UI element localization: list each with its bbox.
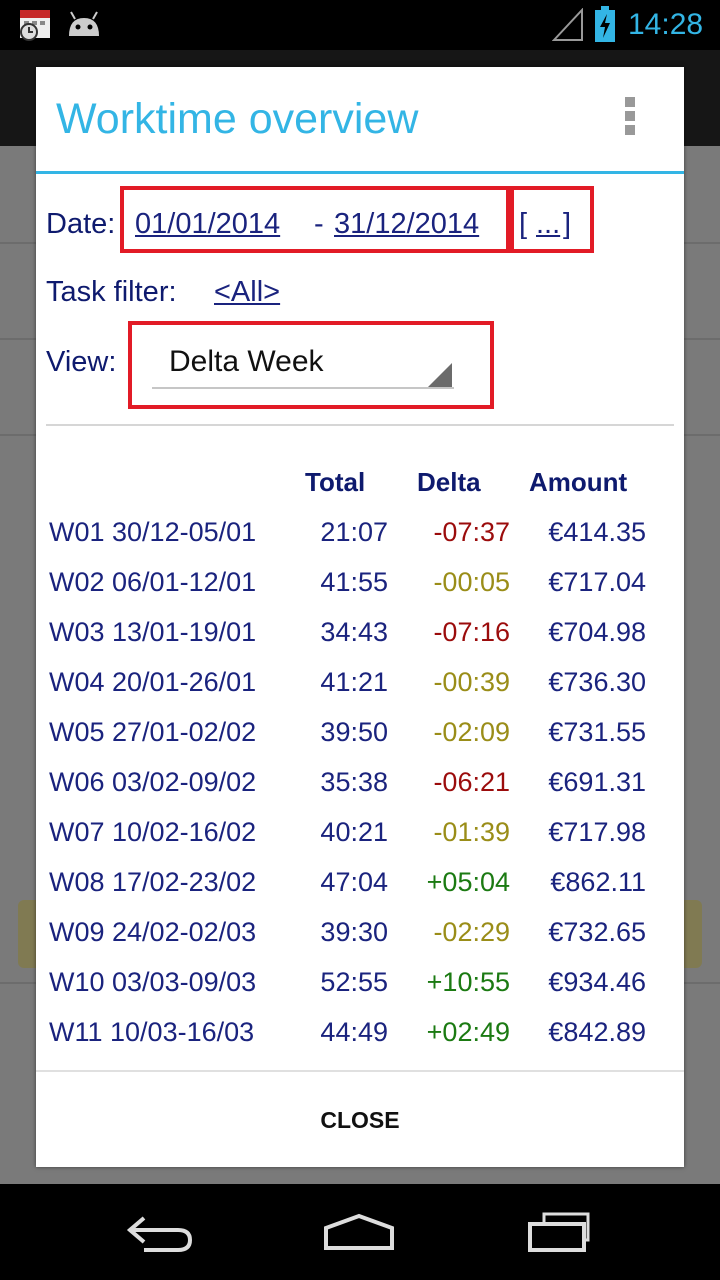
amount-cell: €732.65: [548, 917, 646, 947]
delta-cell: -07:16: [433, 617, 510, 647]
week-cell: W08 17/02-23/02: [49, 867, 257, 897]
recent-apps-icon[interactable]: [522, 1210, 596, 1254]
total-cell: 44:49: [320, 1017, 388, 1047]
total-cell: 41:21: [320, 667, 388, 697]
task-filter-link[interactable]: <All>: [214, 274, 280, 310]
week-cell: W02 06/01-12/01: [49, 567, 257, 597]
worktime-overview-dialog: Worktime overview Date: 01/01/2014 - 31/…: [36, 67, 684, 1167]
delta-cell: +10:55: [426, 967, 510, 997]
amount-cell: €731.55: [548, 717, 646, 747]
section-divider: [46, 424, 674, 426]
delta-cell: -07:37: [433, 517, 510, 547]
table-row: W06 03/02-09/02 35:38 -06:21 €691.31: [36, 764, 684, 814]
column-header-delta: Delta: [417, 467, 481, 497]
status-bar: 14:28: [0, 0, 720, 50]
signal-icon: [552, 8, 583, 41]
amount-cell: €717.04: [548, 567, 646, 597]
amount-cell: €691.31: [548, 767, 646, 797]
overview-table: W01 30/12-05/01 21:07 -07:37 €414.35 W02 06/…: [36, 514, 684, 1064]
highlight-box-date-range: [120, 186, 510, 253]
table-row: W05 27/01-02/02 39:50 -02:09 €731.55: [36, 714, 684, 764]
highlight-box-date-more: [510, 186, 594, 253]
total-cell: 52:55: [320, 967, 388, 997]
table-row: W01 30/12-05/01 21:07 -07:37 €414.35: [36, 514, 684, 564]
view-label: View:: [46, 346, 117, 378]
amount-cell: €704.98: [548, 617, 646, 647]
table-row: W10 03/03-09/03 52:55 +10:55 €934.46: [36, 964, 684, 1014]
amount-cell: €934.46: [548, 967, 646, 997]
week-cell: W09 24/02-02/03: [49, 917, 257, 947]
table-row: W11 10/03-16/03 44:49 +02:49 €842.89: [36, 1014, 684, 1064]
table-row: W07 10/02-16/02 40:21 -01:39 €717.98: [36, 814, 684, 864]
week-cell: W04 20/01-26/01: [49, 667, 257, 697]
week-cell: W01 30/12-05/01: [49, 517, 257, 547]
column-header-total: Total: [305, 467, 366, 497]
table-row: W03 13/01-19/01 34:43 -07:16 €704.98: [36, 614, 684, 664]
navigation-bar: [0, 1184, 720, 1280]
total-cell: 39:50: [320, 717, 388, 747]
overflow-menu-icon[interactable]: [622, 97, 638, 141]
amount-cell: €842.89: [548, 1017, 646, 1047]
dialog-title: Worktime overview: [56, 95, 419, 143]
total-cell: 34:43: [320, 617, 388, 647]
delta-cell: -06:21: [433, 767, 510, 797]
delta-cell: -01:39: [433, 817, 510, 847]
clock: 14:28: [628, 8, 704, 41]
week-cell: W07 10/02-16/02: [49, 817, 257, 847]
delta-cell: +05:04: [426, 867, 510, 897]
home-icon[interactable]: [322, 1210, 396, 1254]
footer-divider: [36, 1070, 684, 1072]
delta-cell: -02:29: [433, 917, 510, 947]
delta-cell: -00:05: [433, 567, 510, 597]
amount-cell: €736.30: [548, 667, 646, 697]
amount-cell: €717.98: [548, 817, 646, 847]
amount-cell: €414.35: [548, 517, 646, 547]
total-cell: 35:38: [320, 767, 388, 797]
android-debug-icon: [69, 11, 99, 36]
close-button[interactable]: CLOSE: [36, 1073, 684, 1167]
column-header-amount: Amount: [529, 467, 628, 497]
battery-charging-icon: [595, 6, 615, 42]
delta-cell: -00:39: [433, 667, 510, 697]
table-row: W04 20/01-26/01 41:21 -00:39 €736.30: [36, 664, 684, 714]
delta-cell: -02:09: [433, 717, 510, 747]
task-filter-label: Task filter:: [46, 276, 177, 308]
week-cell: W03 13/01-19/01: [49, 617, 257, 647]
week-cell: W11 10/03-16/03: [49, 1017, 255, 1047]
highlight-box-view: [128, 321, 494, 409]
date-label: Date:: [46, 208, 116, 240]
week-cell: W06 03/02-09/02: [49, 767, 257, 797]
title-divider: [36, 171, 684, 174]
delta-cell: +02:49: [426, 1017, 510, 1047]
total-cell: 21:07: [320, 517, 388, 547]
total-cell: 47:04: [320, 867, 388, 897]
total-cell: 39:30: [320, 917, 388, 947]
calendar-alarm-icon: [20, 10, 50, 41]
week-cell: W05 27/01-02/02: [49, 717, 257, 747]
total-cell: 40:21: [320, 817, 388, 847]
week-cell: W10 03/03-09/03: [49, 967, 257, 997]
table-row: W08 17/02-23/02 47:04 +05:04 €862.11: [36, 864, 684, 914]
amount-cell: €862.11: [550, 867, 646, 897]
total-cell: 41:55: [320, 567, 388, 597]
back-icon[interactable]: [124, 1210, 198, 1254]
table-row: W09 24/02-02/03 39:30 -02:29 €732.65: [36, 914, 684, 964]
table-row: W02 06/01-12/01 41:55 -00:05 €717.04: [36, 564, 684, 614]
